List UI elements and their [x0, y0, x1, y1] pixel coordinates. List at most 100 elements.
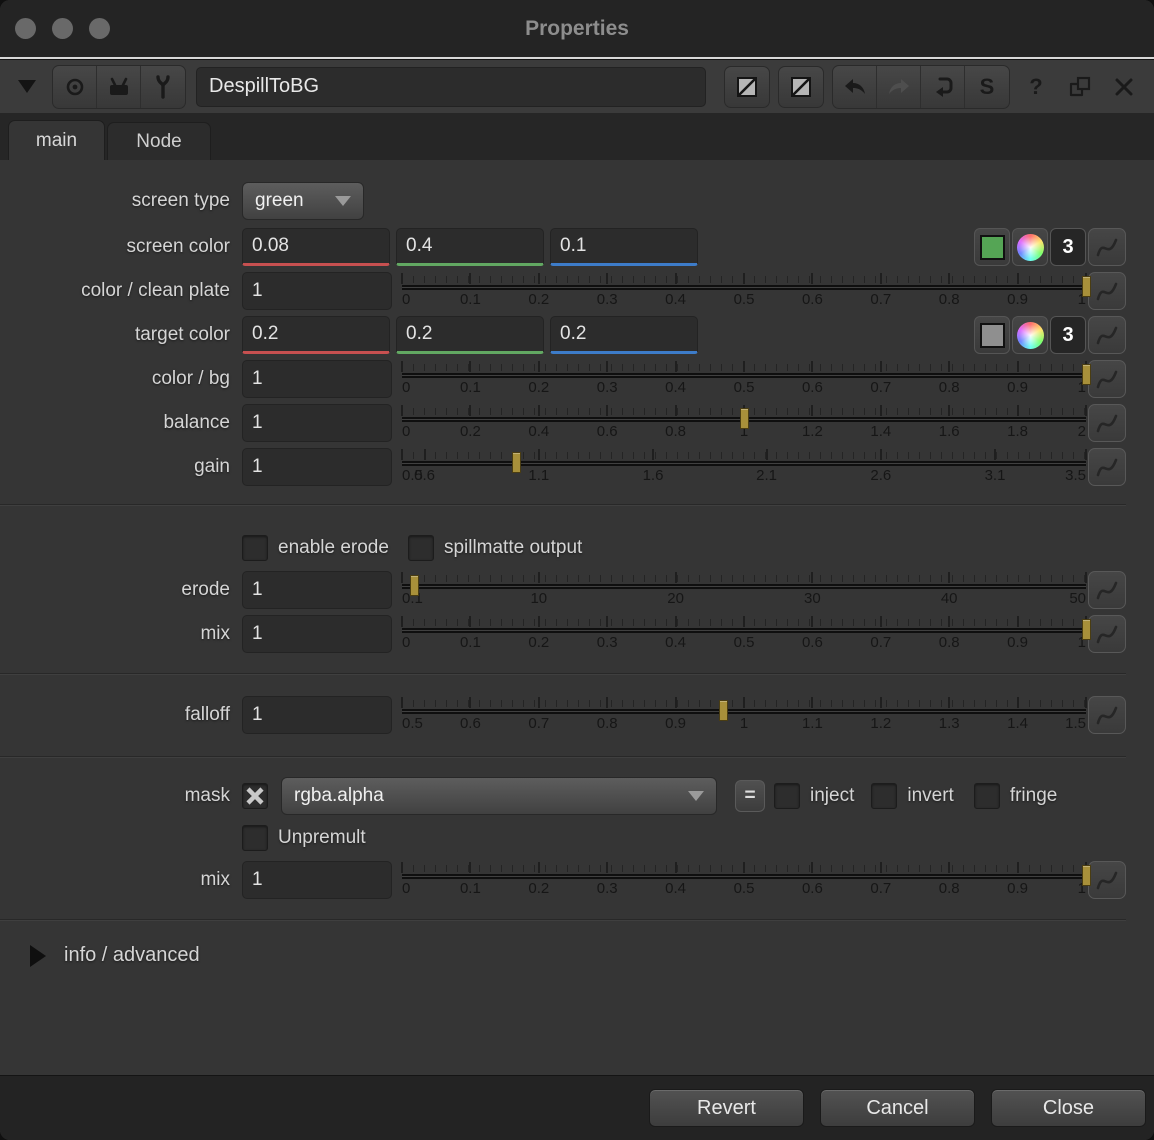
target-color-curve-button[interactable] [1088, 316, 1126, 354]
target-color-b-input[interactable] [550, 316, 698, 354]
show-in-viewer-button[interactable] [97, 66, 141, 108]
target-color-r-input[interactable] [242, 316, 390, 354]
clean-plate-slider[interactable]: 00.10.20.30.40.50.60.70.80.91 [402, 272, 1086, 310]
node-name-input[interactable] [196, 67, 706, 107]
script-button[interactable]: S [965, 66, 1009, 108]
mix-slider[interactable]: 00.10.20.30.40.50.60.70.80.91 [402, 615, 1086, 653]
tab-main[interactable]: main [8, 120, 105, 160]
wrench-icon [151, 74, 175, 100]
redo-button[interactable] [877, 66, 921, 108]
spillmatte-output-checkbox[interactable] [408, 535, 434, 561]
properties-window: Properties [0, 0, 1154, 1140]
inject-checkbox[interactable] [774, 783, 800, 809]
cancel-button[interactable]: Cancel [820, 1089, 975, 1127]
dialog-button-bar: Revert Cancel Close [0, 1075, 1154, 1140]
channel-count: 3 [1062, 324, 1073, 347]
mix-curve-button[interactable] [1088, 615, 1126, 653]
screen-color-channels-button[interactable]: 3 [1050, 228, 1086, 266]
target-color-wheel-button[interactable] [1012, 316, 1048, 354]
invert-checkbox[interactable] [871, 783, 897, 809]
target-color-g-input[interactable] [396, 316, 544, 354]
mix2-input[interactable] [242, 861, 392, 899]
unpremult-checkbox[interactable] [242, 825, 268, 851]
clean-plate-input[interactable] [242, 272, 392, 310]
screen-type-dropdown[interactable]: green [242, 182, 364, 220]
postage-stamp-button[interactable] [778, 66, 824, 108]
section-divider [0, 504, 1126, 505]
gain-input[interactable] [242, 448, 392, 486]
revert-button[interactable]: Revert [649, 1089, 804, 1127]
falloff-input[interactable] [242, 696, 392, 734]
erode-slider[interactable]: 0.11020304050 [402, 571, 1086, 609]
mask-channel-dropdown[interactable]: rgba.alpha [281, 777, 717, 815]
erode-input[interactable] [242, 571, 392, 609]
target-color-swatch-button[interactable] [974, 316, 1010, 354]
main-panel: screen type green screen color 3 color /… [0, 160, 1154, 967]
s-label: S [980, 74, 995, 100]
info-advanced-label: info / advanced [64, 944, 200, 967]
erode-curve-button[interactable] [1088, 571, 1126, 609]
balance-input[interactable] [242, 404, 392, 442]
panel-collapse-caret-icon[interactable] [18, 80, 36, 93]
disclosure-triangle-icon [30, 945, 46, 967]
animation-curve-icon [1095, 578, 1119, 602]
spillmatte-output-label: spillmatte output [444, 537, 582, 559]
animation-curve-icon [1095, 367, 1119, 391]
equals-label: = [744, 785, 755, 807]
animation-curve-icon [1095, 279, 1119, 303]
tab-node[interactable]: Node [107, 122, 211, 160]
mix-input[interactable] [242, 615, 392, 653]
falloff-curve-button[interactable] [1088, 696, 1126, 734]
reload-loop-icon [930, 74, 956, 100]
balance-curve-button[interactable] [1088, 404, 1126, 442]
close-panel-button[interactable] [1106, 69, 1142, 105]
help-button[interactable]: ? [1018, 69, 1054, 105]
slash-square-icon [735, 75, 759, 99]
screen-color-b-input[interactable] [550, 228, 698, 266]
close-button[interactable]: Close [991, 1089, 1146, 1127]
falloff-slider[interactable]: 0.50.60.70.80.911.11.21.31.41.5 [402, 696, 1086, 734]
gain-curve-button[interactable] [1088, 448, 1126, 486]
mask-equals-button[interactable]: = [735, 780, 765, 812]
mix2-curve-button[interactable] [1088, 861, 1126, 899]
clean-plate-curve-button[interactable] [1088, 272, 1126, 310]
unpremult-label: Unpremult [278, 827, 366, 849]
color-bg-curve-button[interactable] [1088, 360, 1126, 398]
tv-icon [106, 75, 132, 99]
color-bg-label: color / bg [0, 368, 242, 390]
color-swatch [980, 235, 1005, 260]
target-color-channels-button[interactable]: 3 [1050, 316, 1086, 354]
color-wheel-icon [1017, 322, 1044, 349]
animation-curve-icon [1095, 323, 1119, 347]
node-toolbar: S ? [0, 60, 1154, 113]
revert-knobs-button[interactable] [921, 66, 965, 108]
screen-color-label: screen color [0, 236, 242, 258]
mix2-slider[interactable]: 00.10.20.30.40.50.60.70.80.91 [402, 861, 1086, 899]
gain-slider[interactable]: 0.50.61.11.62.12.63.13.5 [402, 448, 1086, 486]
undo-button[interactable] [833, 66, 877, 108]
chevron-down-icon [335, 196, 351, 206]
fringe-label: fringe [1010, 785, 1058, 807]
float-window-button[interactable] [1062, 69, 1098, 105]
close-x-icon [1113, 76, 1135, 98]
fringe-checkbox[interactable] [974, 783, 1000, 809]
hide-input-button[interactable] [724, 66, 770, 108]
screen-color-swatch-button[interactable] [974, 228, 1010, 266]
undo-redo-group: S [832, 65, 1010, 109]
screen-color-wheel-button[interactable] [1012, 228, 1048, 266]
animation-curve-icon [1095, 703, 1119, 727]
animation-curve-icon [1095, 411, 1119, 435]
color-bg-slider[interactable]: 00.10.20.30.40.50.60.70.80.91 [402, 360, 1086, 398]
animation-curve-icon [1095, 868, 1119, 892]
screen-color-g-input[interactable] [396, 228, 544, 266]
balance-slider[interactable]: 00.20.40.60.811.21.41.61.82 [402, 404, 1086, 442]
node-settings-button[interactable] [141, 66, 185, 108]
mask-enable-checkbox[interactable] [242, 783, 268, 809]
erode-label: erode [0, 579, 242, 601]
node-center-button[interactable] [53, 66, 97, 108]
screen-color-r-input[interactable] [242, 228, 390, 266]
screen-color-curve-button[interactable] [1088, 228, 1126, 266]
info-advanced-disclosure[interactable]: info / advanced [30, 944, 1126, 967]
enable-erode-checkbox[interactable] [242, 535, 268, 561]
color-bg-input[interactable] [242, 360, 392, 398]
